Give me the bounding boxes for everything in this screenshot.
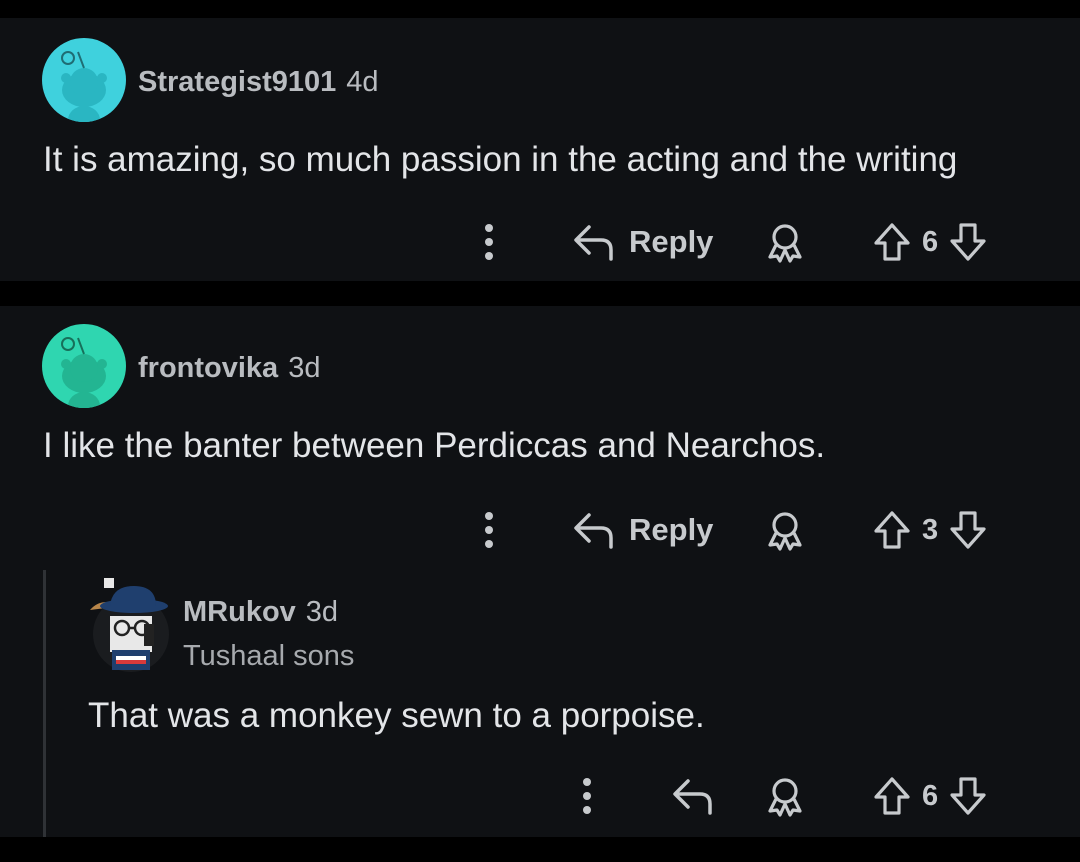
- username-text[interactable]: MRukov: [183, 596, 296, 628]
- more-options-button[interactable]: [576, 766, 598, 826]
- comment-author[interactable]: Strategist9101 4d: [138, 66, 379, 99]
- more-options-icon: [583, 778, 591, 814]
- reply-author[interactable]: MRukov 3d: [183, 596, 338, 629]
- reply-body: That was a monkey sewn to a porpoise.: [88, 696, 705, 735]
- custom-avatar-icon: [90, 578, 169, 672]
- downvote-icon[interactable]: [948, 221, 988, 263]
- reply-arrow-icon: [574, 513, 613, 549]
- username-text[interactable]: frontovika: [138, 352, 278, 384]
- upvote-icon[interactable]: [872, 509, 912, 551]
- comment-card: Strategist9101 4d It is amazing, so much …: [0, 18, 1080, 281]
- vote-controls: 6: [872, 766, 988, 826]
- comment-card: frontovika 3d I like the banter between P…: [0, 306, 1080, 837]
- comment-age: 4d: [346, 66, 379, 98]
- comments-page: Strategist9101 4d It is amazing, so much …: [0, 0, 1080, 862]
- award-icon: [768, 224, 802, 263]
- reply-label[interactable]: Reply: [629, 512, 713, 548]
- snoo-avatar-icon: [42, 38, 126, 122]
- user-flair: Tushaal sons: [183, 640, 355, 672]
- award-button[interactable]: [765, 500, 805, 560]
- award-button[interactable]: [765, 212, 805, 272]
- comment-author[interactable]: frontovika 3d: [138, 352, 320, 385]
- award-icon: [768, 778, 802, 817]
- upvote-icon[interactable]: [872, 221, 912, 263]
- reply-button[interactable]: [672, 766, 714, 826]
- more-options-button[interactable]: [478, 500, 500, 560]
- reply-arrow-icon: [574, 225, 613, 261]
- upvote-icon[interactable]: [872, 775, 912, 817]
- vote-count: 3: [922, 513, 939, 546]
- comment-body: I like the banter between Perdiccas and …: [43, 426, 826, 465]
- vote-controls: 3: [872, 500, 988, 560]
- vote-count: 6: [922, 225, 939, 258]
- comment-body: It is amazing, so much passion in the ac…: [43, 140, 958, 179]
- comment-action-bar: Reply 6: [0, 212, 1080, 272]
- vote-controls: 6: [872, 212, 988, 272]
- award-icon: [768, 512, 802, 551]
- more-options-button[interactable]: [478, 212, 500, 272]
- comment-action-bar: Reply 3: [0, 500, 1080, 560]
- downvote-icon[interactable]: [948, 509, 988, 551]
- more-options-icon: [485, 224, 493, 260]
- reply-label[interactable]: Reply: [629, 224, 713, 260]
- reply-button[interactable]: Reply: [573, 212, 713, 272]
- reply-age: 3d: [305, 596, 339, 628]
- user-avatar[interactable]: [42, 324, 126, 408]
- downvote-icon[interactable]: [948, 775, 988, 817]
- reply-button[interactable]: Reply: [573, 500, 713, 560]
- award-button[interactable]: [765, 766, 805, 826]
- comment-age: 3d: [288, 352, 321, 384]
- reply-action-bar: 6: [0, 766, 1080, 826]
- user-avatar[interactable]: [42, 38, 126, 122]
- vote-count: 6: [922, 779, 939, 812]
- reply-arrow-icon: [673, 779, 712, 815]
- more-options-icon: [485, 512, 493, 548]
- snoo-avatar-icon: [42, 324, 126, 408]
- user-avatar[interactable]: [88, 576, 174, 674]
- username-text[interactable]: Strategist9101: [138, 66, 336, 98]
